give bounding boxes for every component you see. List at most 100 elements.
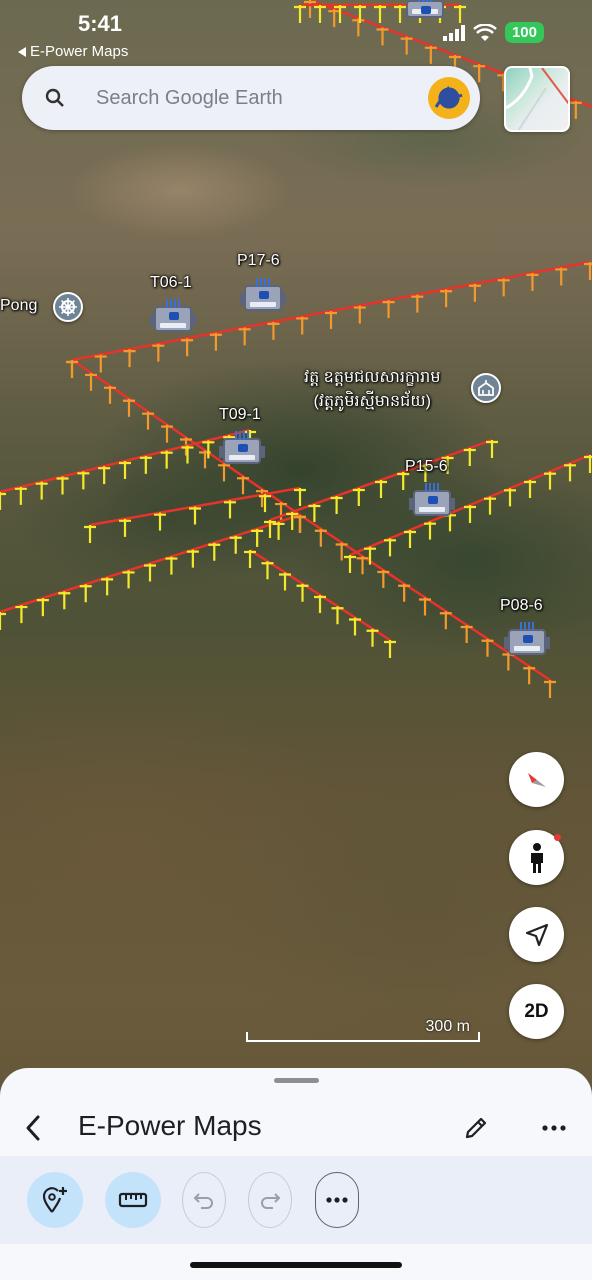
utility-pole-icon[interactable] <box>424 521 436 540</box>
utility-pole-icon[interactable] <box>238 327 251 346</box>
street-view-button[interactable] <box>509 830 564 885</box>
utility-pole-icon[interactable] <box>229 535 242 554</box>
utility-pole-icon[interactable] <box>411 294 424 313</box>
utility-pole-icon[interactable] <box>464 505 476 523</box>
utility-pole-icon[interactable] <box>481 638 494 657</box>
utility-pole-icon[interactable] <box>77 471 90 490</box>
utility-pole-icon[interactable] <box>294 488 306 506</box>
utility-pole-icon[interactable] <box>79 584 92 603</box>
utility-pole-icon[interactable] <box>502 652 515 671</box>
sheet-drag-handle[interactable] <box>274 1078 319 1083</box>
utility-pole-icon[interactable] <box>259 494 271 513</box>
utility-pole-icon[interactable] <box>364 546 376 565</box>
utility-pole-icon[interactable] <box>497 278 510 297</box>
utility-pole-icon[interactable] <box>384 538 396 557</box>
utility-pole-icon[interactable] <box>84 525 96 543</box>
utility-pole-icon[interactable] <box>526 272 539 291</box>
utility-pole-icon[interactable] <box>484 496 496 515</box>
utility-pole-icon[interactable] <box>160 450 173 469</box>
utility-pole-icon[interactable] <box>261 561 274 580</box>
dharma-wheel-poi-icon[interactable] <box>53 292 83 322</box>
avatar[interactable] <box>428 77 470 119</box>
utility-pole-icon[interactable] <box>154 512 166 531</box>
utility-pole-icon[interactable] <box>296 316 309 335</box>
utility-pole-icon[interactable] <box>314 5 326 23</box>
utility-pole-icon[interactable] <box>279 572 291 591</box>
utility-pole-icon[interactable] <box>352 18 365 37</box>
search-bar[interactable] <box>22 66 480 130</box>
utility-pole-icon[interactable] <box>394 5 406 23</box>
utility-pole-icon[interactable] <box>122 570 135 589</box>
utility-pole-icon[interactable] <box>366 628 379 647</box>
utility-pole-icon[interactable] <box>209 332 222 351</box>
utility-pole-icon[interactable] <box>473 64 486 83</box>
utility-pole-icon[interactable] <box>152 343 165 362</box>
utility-pole-icon[interactable] <box>384 640 396 658</box>
utility-pole-icon[interactable] <box>161 424 173 443</box>
utility-pole-icon[interactable] <box>237 476 249 495</box>
temple-poi-icon[interactable] <box>471 373 501 403</box>
utility-pole-icon[interactable] <box>356 556 369 575</box>
redo-button[interactable] <box>248 1172 292 1228</box>
undo-button[interactable] <box>182 1172 226 1228</box>
utility-pole-icon[interactable] <box>35 481 48 500</box>
utility-pole-icon[interactable] <box>58 591 71 610</box>
utility-pole-icon[interactable] <box>523 666 536 685</box>
utility-pole-icon[interactable] <box>375 480 387 498</box>
utility-pole-icon[interactable] <box>584 455 592 473</box>
toolbar-more-button[interactable] <box>315 1172 359 1228</box>
utility-pole-icon[interactable] <box>14 486 27 505</box>
transformer-marker-icon[interactable] <box>150 299 196 332</box>
sheet-back-button[interactable] <box>18 1108 48 1148</box>
utility-pole-icon[interactable] <box>377 570 390 588</box>
utility-pole-icon[interactable] <box>294 515 306 533</box>
utility-pole-icon[interactable] <box>569 100 582 119</box>
utility-pole-icon[interactable] <box>244 550 256 568</box>
transformer-marker-icon[interactable] <box>406 0 444 18</box>
utility-pole-icon[interactable] <box>36 598 49 617</box>
utility-pole-icon[interactable] <box>564 463 576 482</box>
utility-pole-icon[interactable] <box>555 267 568 286</box>
utility-pole-icon[interactable] <box>142 411 154 430</box>
utility-pole-icon[interactable] <box>463 448 476 466</box>
utility-pole-icon[interactable] <box>139 455 152 474</box>
utility-pole-icon[interactable] <box>304 0 316 18</box>
utility-pole-icon[interactable] <box>544 471 556 490</box>
utility-pole-icon[interactable] <box>101 577 114 596</box>
utility-pole-icon[interactable] <box>460 625 473 643</box>
utility-pole-icon[interactable] <box>186 549 199 568</box>
utility-pole-icon[interactable] <box>314 528 327 547</box>
utility-pole-icon[interactable] <box>144 563 156 582</box>
utility-pole-icon[interactable] <box>524 480 536 498</box>
utility-pole-icon[interactable] <box>504 488 516 507</box>
measure-button[interactable] <box>105 1172 161 1228</box>
utility-pole-icon[interactable] <box>0 612 6 630</box>
utility-pole-icon[interactable] <box>264 520 276 538</box>
utility-pole-icon[interactable] <box>439 611 452 630</box>
transformer-marker-icon[interactable] <box>240 278 286 311</box>
project-bottom-sheet[interactable]: E-Power Maps <box>0 1068 592 1280</box>
utility-pole-icon[interactable] <box>181 445 194 464</box>
utility-pole-icon[interactable] <box>218 463 230 482</box>
utility-pole-icon[interactable] <box>424 45 437 64</box>
utility-pole-icon[interactable] <box>294 5 306 23</box>
back-to-app-link[interactable]: E-Power Maps <box>18 43 128 60</box>
utility-pole-icon[interactable] <box>328 9 341 28</box>
utility-pole-icon[interactable] <box>398 583 411 602</box>
transformer-marker-icon[interactable] <box>219 431 265 464</box>
utility-pole-icon[interactable] <box>56 476 69 495</box>
utility-pole-icon[interactable] <box>352 488 365 506</box>
utility-pole-icon[interactable] <box>382 300 395 319</box>
more-options-button[interactable] <box>536 1110 572 1146</box>
utility-pole-icon[interactable] <box>286 512 299 530</box>
utility-pole-icon[interactable] <box>94 354 107 373</box>
edit-button[interactable] <box>458 1110 494 1146</box>
utility-pole-icon[interactable] <box>256 489 268 508</box>
utility-pole-icon[interactable] <box>119 461 131 479</box>
utility-pole-icon[interactable] <box>296 583 309 602</box>
utility-pole-icon[interactable] <box>468 283 481 302</box>
view-mode-2d-button[interactable]: 2D <box>509 984 564 1039</box>
utility-pole-icon[interactable] <box>331 606 344 625</box>
compass-button[interactable] <box>509 752 564 807</box>
my-location-button[interactable] <box>509 907 564 962</box>
